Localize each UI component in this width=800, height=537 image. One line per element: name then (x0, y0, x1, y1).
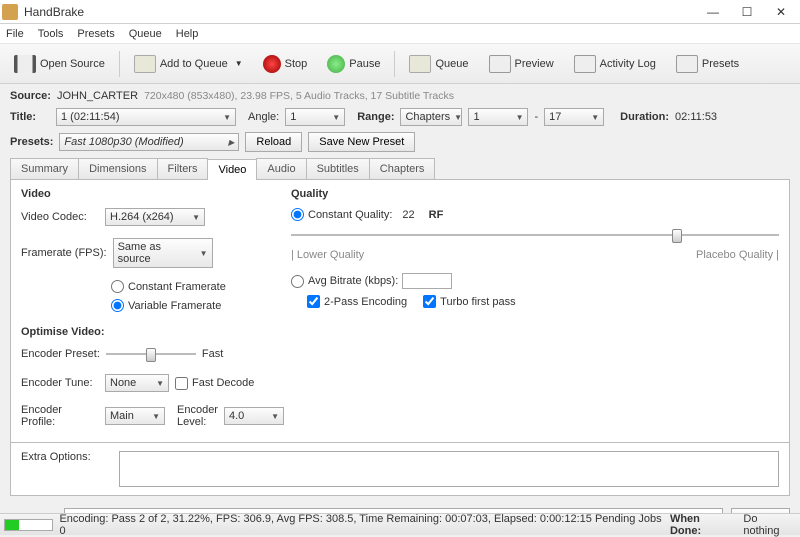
menu-tools[interactable]: Tools (38, 28, 64, 40)
tab-subtitles[interactable]: Subtitles (306, 158, 370, 179)
fps-select[interactable]: Same as source▼ (113, 238, 213, 268)
add-to-queue-button[interactable]: Add to Queue▼ (128, 53, 249, 75)
presets-label: Presets: (10, 136, 53, 148)
minimize-button[interactable]: — (696, 1, 730, 23)
tab-video[interactable]: Video (207, 159, 257, 180)
when-done-label: When Done: (670, 513, 733, 537)
avg-bitrate-input[interactable] (402, 273, 452, 289)
source-name: JOHN_CARTER (57, 90, 138, 102)
activity-log-button[interactable]: Activity Log (568, 53, 662, 75)
angle-select[interactable]: 1▼ (285, 108, 345, 126)
placebo-quality-label: Placebo Quality | (696, 249, 779, 261)
encoder-profile-select[interactable]: Main▼ (105, 407, 165, 425)
tab-audio[interactable]: Audio (256, 158, 306, 179)
fast-decode-checkbox[interactable] (175, 377, 188, 390)
rf-label: RF (429, 209, 444, 221)
duration-value: 02:11:53 (675, 111, 717, 123)
encoder-level-select[interactable]: 4.0▼ (224, 407, 284, 425)
encoder-preset-label: Encoder Preset: (21, 348, 100, 360)
maximize-button[interactable]: ☐ (730, 1, 764, 23)
presets-icon (676, 55, 698, 73)
encoder-level-label: Encoder Level: (177, 404, 218, 428)
tab-chapters[interactable]: Chapters (369, 158, 436, 179)
reload-button[interactable]: Reload (245, 132, 302, 152)
duration-label: Duration: (620, 111, 669, 123)
app-icon (2, 4, 18, 20)
status-text: Encoding: Pass 2 of 2, 31.22%, FPS: 306.… (59, 513, 663, 537)
queue-add-icon (134, 55, 156, 73)
preview-icon (489, 55, 511, 73)
range-dash: - (534, 111, 538, 123)
video-section-heading: Video (21, 188, 271, 200)
encoder-profile-label: Encoder Profile: (21, 404, 99, 428)
fps-label: Framerate (FPS): (21, 247, 107, 259)
two-pass-checkbox[interactable] (307, 295, 320, 308)
menu-file[interactable]: File (6, 28, 24, 40)
film-icon (14, 55, 36, 73)
progress-bar (4, 519, 53, 531)
preview-button[interactable]: Preview (483, 53, 560, 75)
quality-heading: Quality (291, 188, 779, 200)
codec-select[interactable]: H.264 (x264)▼ (105, 208, 205, 226)
open-source-button[interactable]: Open Source (8, 53, 111, 75)
encoder-preset-value: Fast (202, 348, 223, 360)
variable-framerate-radio[interactable] (111, 299, 124, 312)
range-to-select[interactable]: 17▼ (544, 108, 604, 126)
chevron-down-icon: ▼ (235, 59, 243, 68)
range-type-select[interactable]: Chapters▼ (400, 108, 462, 126)
menu-queue[interactable]: Queue (129, 28, 162, 40)
presets-button[interactable]: Presets (670, 53, 745, 75)
range-from-select[interactable]: 1▼ (468, 108, 528, 126)
preset-select[interactable]: Fast 1080p30 (Modified)▶ (59, 133, 239, 151)
source-label: Source: (10, 90, 51, 102)
lower-quality-label: | Lower Quality (291, 249, 364, 261)
separator (119, 51, 120, 77)
quality-slider[interactable] (291, 227, 779, 243)
range-label: Range: (357, 111, 394, 123)
activity-icon (574, 55, 596, 73)
stop-button[interactable]: Stop (257, 53, 314, 75)
close-button[interactable]: ✕ (764, 1, 798, 23)
tab-summary[interactable]: Summary (10, 158, 79, 179)
extra-options-label: Extra Options: (21, 451, 99, 463)
optimise-heading: Optimise Video: (21, 326, 271, 338)
tab-dimensions[interactable]: Dimensions (78, 158, 157, 179)
cq-value: 22 (402, 209, 414, 221)
codec-label: Video Codec: (21, 211, 99, 223)
encoder-tune-select[interactable]: None▼ (105, 374, 169, 392)
constant-framerate-radio[interactable] (111, 280, 124, 293)
menu-help[interactable]: Help (176, 28, 199, 40)
pause-icon (327, 55, 345, 73)
angle-label: Angle: (248, 111, 279, 123)
constant-quality-radio[interactable] (291, 208, 304, 221)
source-meta: 720x480 (853x480), 23.98 FPS, 5 Audio Tr… (144, 90, 454, 102)
menu-presets[interactable]: Presets (77, 28, 114, 40)
window-title: HandBrake (24, 5, 696, 19)
save-new-preset-button[interactable]: Save New Preset (308, 132, 415, 152)
pause-button[interactable]: Pause (321, 53, 386, 75)
turbo-first-pass-checkbox[interactable] (423, 295, 436, 308)
extra-options-input[interactable] (119, 451, 779, 487)
when-done-value: Do nothing (743, 513, 796, 537)
avg-bitrate-radio[interactable] (291, 275, 304, 288)
encoder-tune-label: Encoder Tune: (21, 377, 99, 389)
stop-icon (263, 55, 281, 73)
title-select[interactable]: 1 (02:11:54)▼ (56, 108, 236, 126)
tab-filters[interactable]: Filters (157, 158, 209, 179)
title-label: Title: (10, 111, 50, 123)
queue-button[interactable]: Queue (403, 53, 474, 75)
queue-icon (409, 55, 431, 73)
separator (394, 51, 395, 77)
encoder-preset-slider[interactable] (106, 346, 196, 362)
